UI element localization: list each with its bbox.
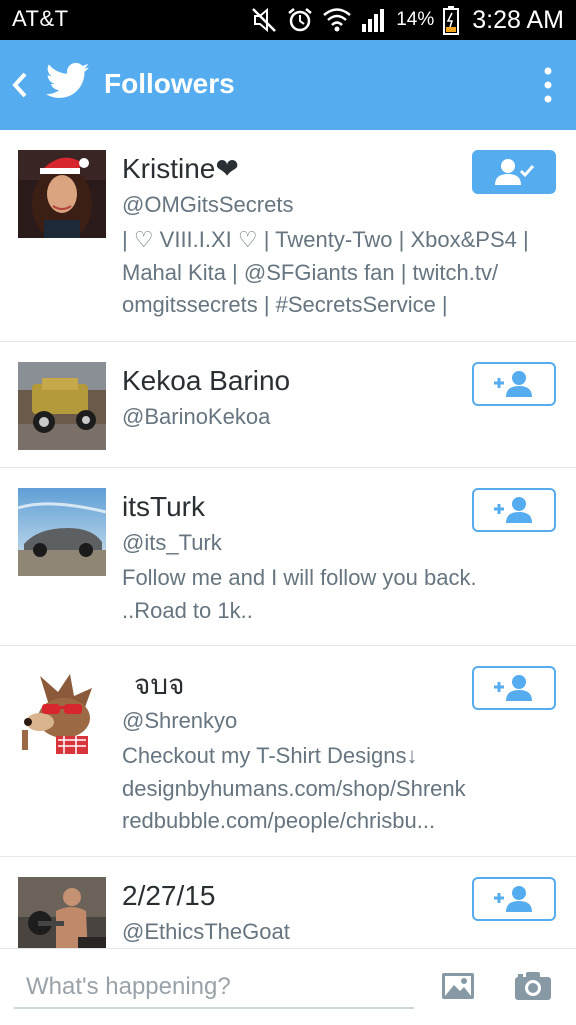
avatar[interactable] <box>18 362 106 450</box>
user-bio: | ♡ VIII.I.XI ♡ | Twenty-Two | Xbox&PS4 … <box>122 227 529 317</box>
status-bar: AT&T 14% 3:28 AM <box>0 0 576 40</box>
compose-tweet-input[interactable] <box>14 967 414 1009</box>
add-user-icon <box>494 497 532 523</box>
page-title: Followers <box>104 68 235 99</box>
status-time: 3:28 AM <box>472 5 564 34</box>
user-handle[interactable]: @its_Turk <box>122 528 552 558</box>
user-bio: Checkout my T-Shirt Designs↓ designbyhum… <box>122 743 466 833</box>
wifi-icon <box>323 8 352 32</box>
add-user-icon <box>494 371 532 397</box>
alarm-icon <box>288 8 313 32</box>
avatar[interactable] <box>18 150 106 238</box>
follow-button[interactable] <box>472 877 556 921</box>
follower-row[interactable]: itsTurk @its_Turk Follow me and I will f… <box>0 468 576 646</box>
compose-bar <box>0 948 576 1025</box>
following-check-icon <box>495 159 535 185</box>
follower-row[interactable]: จบจ @Shrenkyo Checkout my T-Shirt Design… <box>0 646 576 857</box>
status-icons: 14% 3:28 AM <box>250 0 564 40</box>
user-handle[interactable]: @BarinoKekoa <box>122 402 552 432</box>
photo-icon[interactable] <box>440 971 476 1001</box>
user-bio: Follow me and I will follow you back. ..… <box>122 565 477 623</box>
camera-icon[interactable] <box>514 971 552 1001</box>
twitter-bird-icon[interactable] <box>46 62 90 100</box>
mute-icon <box>252 7 277 33</box>
add-user-icon <box>494 886 532 912</box>
add-user-icon <box>494 675 532 701</box>
user-handle[interactable]: @EthicsTheGoat <box>122 917 552 947</box>
avatar[interactable] <box>18 488 106 576</box>
battery-icon <box>443 6 460 35</box>
avatar[interactable] <box>18 877 106 948</box>
followers-list[interactable]: Kristine❤ @OMGitsSecrets | ♡ VIII.I.XI ♡… <box>0 130 576 948</box>
signal-icon <box>362 9 385 32</box>
follow-button[interactable] <box>472 666 556 710</box>
user-handle[interactable]: @Shrenkyo <box>122 706 552 736</box>
battery-percent: 14% <box>396 9 435 30</box>
action-bar: Followers <box>0 40 576 130</box>
follow-button[interactable] <box>472 488 556 532</box>
follower-row[interactable]: Kristine❤ @OMGitsSecrets | ♡ VIII.I.XI ♡… <box>0 130 576 342</box>
avatar[interactable] <box>18 666 106 754</box>
back-icon[interactable] <box>10 70 30 100</box>
follower-row[interactable]: 2/27/15 @EthicsTheGoat <box>0 857 576 948</box>
following-button[interactable] <box>472 150 556 194</box>
overflow-menu-icon[interactable] <box>540 66 556 104</box>
user-handle[interactable]: @OMGitsSecrets <box>122 190 552 220</box>
carrier-label: AT&T <box>12 6 69 31</box>
follower-row[interactable]: Kekoa Barino @BarinoKekoa <box>0 342 576 468</box>
follow-button[interactable] <box>472 362 556 406</box>
